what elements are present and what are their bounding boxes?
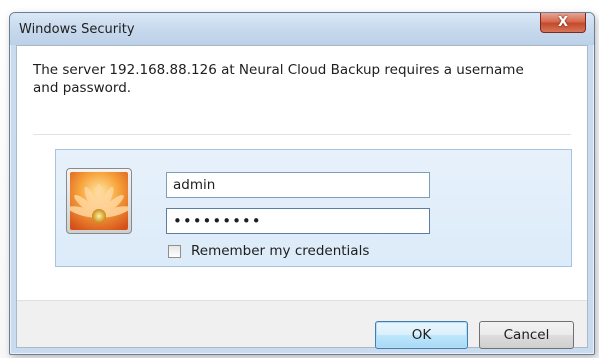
separator [33, 134, 571, 135]
close-button[interactable]: X [540, 13, 586, 33]
window-title: Windows Security [19, 22, 135, 37]
flower-user-tile-icon [70, 172, 128, 230]
server-message: The server 192.168.88.126 at Neural Clou… [33, 62, 524, 96]
title-bar[interactable]: Windows Security X [10, 13, 594, 45]
credential-panel[interactable]: Remember my credentials [55, 149, 572, 267]
windows-security-dialog: Windows Security X The server 192.168.88… [9, 12, 595, 355]
username-input[interactable] [166, 172, 430, 198]
close-icon: X [557, 15, 569, 30]
cancel-button[interactable]: Cancel [479, 321, 574, 349]
button-footer: OK Cancel [17, 300, 587, 349]
remember-credentials-row[interactable]: Remember my credentials [168, 242, 369, 260]
dialog-body: The server 192.168.88.126 at Neural Clou… [16, 45, 588, 349]
remember-credentials-checkbox[interactable] [168, 244, 181, 258]
ok-button[interactable]: OK [375, 321, 468, 349]
remember-credentials-label[interactable]: Remember my credentials [191, 243, 369, 259]
password-input[interactable] [166, 208, 430, 234]
user-tile [66, 168, 132, 234]
